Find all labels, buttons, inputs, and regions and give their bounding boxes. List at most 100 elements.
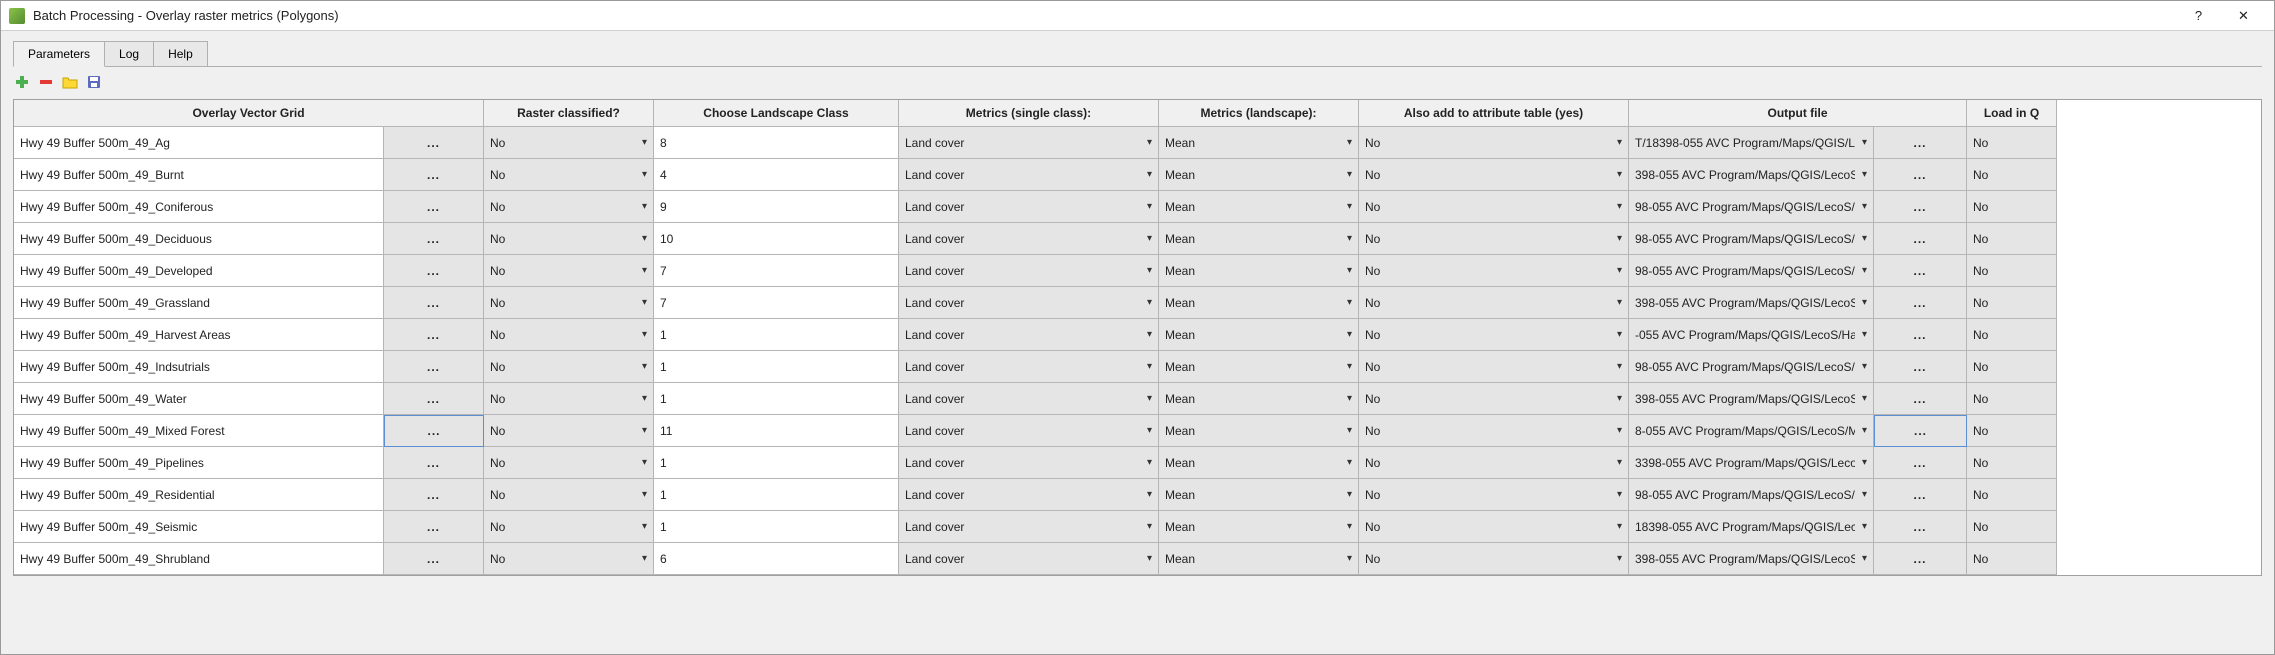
raster-classified-select[interactable]: No	[484, 319, 654, 351]
output-file[interactable]: 98-055 AVC Program/Maps/QGIS/LecoS/Conif…	[1629, 191, 1874, 223]
output-file[interactable]: 398-055 AVC Program/Maps/QGIS/LecoS/Burn…	[1629, 159, 1874, 191]
raster-classified-select[interactable]: No	[484, 127, 654, 159]
metrics-landscape-select[interactable]: Mean	[1159, 479, 1359, 511]
save-icon[interactable]	[85, 73, 103, 91]
raster-classified-select[interactable]: No	[484, 191, 654, 223]
output-file[interactable]: 398-055 AVC Program/Maps/QGIS/LecoS/Mine…	[1629, 383, 1874, 415]
overlay-browse-button[interactable]: ...	[384, 415, 484, 447]
add-attribute-select[interactable]: No	[1359, 127, 1629, 159]
landscape-class-input[interactable]: 6	[654, 543, 899, 575]
metrics-single-select[interactable]: Land cover	[899, 447, 1159, 479]
raster-classified-select[interactable]: No	[484, 351, 654, 383]
load-in-qgis[interactable]: No	[1967, 127, 2057, 159]
output-file[interactable]: 98-055 AVC Program/Maps/QGIS/LecoS/Decid…	[1629, 223, 1874, 255]
output-file[interactable]: 98-055 AVC Program/Maps/QGIS/LecoS/Resid…	[1629, 479, 1874, 511]
add-attribute-select[interactable]: No	[1359, 255, 1629, 287]
metrics-landscape-select[interactable]: Mean	[1159, 127, 1359, 159]
landscape-class-input[interactable]: 8	[654, 127, 899, 159]
output-file[interactable]: T/18398-055 AVC Program/Maps/QGIS/LecoS/…	[1629, 127, 1874, 159]
output-file[interactable]: 8-055 AVC Program/Maps/QGIS/LecoS/MixedF…	[1629, 415, 1874, 447]
landscape-class-input[interactable]: 1	[654, 383, 899, 415]
metrics-landscape-select[interactable]: Mean	[1159, 511, 1359, 543]
load-in-qgis[interactable]: No	[1967, 383, 2057, 415]
metrics-landscape-select[interactable]: Mean	[1159, 383, 1359, 415]
help-button[interactable]: ?	[2176, 2, 2221, 30]
output-browse-button[interactable]: ...	[1874, 383, 1967, 415]
output-browse-button[interactable]: ...	[1874, 543, 1967, 575]
landscape-class-input[interactable]: 1	[654, 511, 899, 543]
output-file[interactable]: 3398-055 AVC Program/Maps/QGIS/LecoS/Pip…	[1629, 447, 1874, 479]
landscape-class-input[interactable]: 1	[654, 447, 899, 479]
raster-classified-select[interactable]: No	[484, 255, 654, 287]
overlay-vector-grid[interactable]: Hwy 49 Buffer 500m_49_Pipelines	[14, 447, 384, 479]
output-browse-button[interactable]: ...	[1874, 159, 1967, 191]
load-in-qgis[interactable]: No	[1967, 319, 2057, 351]
metrics-single-select[interactable]: Land cover	[899, 287, 1159, 319]
metrics-single-select[interactable]: Land cover	[899, 543, 1159, 575]
metrics-landscape-select[interactable]: Mean	[1159, 447, 1359, 479]
overlay-vector-grid[interactable]: Hwy 49 Buffer 500m_49_Mixed Forest	[14, 415, 384, 447]
landscape-class-input[interactable]: 9	[654, 191, 899, 223]
overlay-vector-grid[interactable]: Hwy 49 Buffer 500m_49_Ag	[14, 127, 384, 159]
metrics-landscape-select[interactable]: Mean	[1159, 223, 1359, 255]
output-browse-button[interactable]: ...	[1874, 287, 1967, 319]
output-browse-button[interactable]: ...	[1874, 447, 1967, 479]
overlay-vector-grid[interactable]: Hwy 49 Buffer 500m_49_Water	[14, 383, 384, 415]
raster-classified-select[interactable]: No	[484, 287, 654, 319]
add-attribute-select[interactable]: No	[1359, 447, 1629, 479]
load-in-qgis[interactable]: No	[1967, 543, 2057, 575]
load-in-qgis[interactable]: No	[1967, 479, 2057, 511]
landscape-class-input[interactable]: 4	[654, 159, 899, 191]
overlay-vector-grid[interactable]: Hwy 49 Buffer 500m_49_Developed	[14, 255, 384, 287]
metrics-landscape-select[interactable]: Mean	[1159, 351, 1359, 383]
metrics-single-select[interactable]: Land cover	[899, 511, 1159, 543]
load-in-qgis[interactable]: No	[1967, 159, 2057, 191]
output-file[interactable]: 398-055 AVC Program/Maps/QGIS/LecoS/Gras…	[1629, 287, 1874, 319]
output-file[interactable]: 98-055 AVC Program/Maps/QGIS/LecoS/Devel…	[1629, 255, 1874, 287]
overlay-vector-grid[interactable]: Hwy 49 Buffer 500m_49_Harvest Areas	[14, 319, 384, 351]
metrics-landscape-select[interactable]: Mean	[1159, 159, 1359, 191]
metrics-single-select[interactable]: Land cover	[899, 319, 1159, 351]
landscape-class-input[interactable]: 1	[654, 319, 899, 351]
overlay-browse-button[interactable]: ...	[384, 543, 484, 575]
overlay-browse-button[interactable]: ...	[384, 287, 484, 319]
tab-parameters[interactable]: Parameters	[13, 41, 105, 67]
open-icon[interactable]	[61, 73, 79, 91]
landscape-class-input[interactable]: 7	[654, 255, 899, 287]
landscape-class-input[interactable]: 11	[654, 415, 899, 447]
metrics-single-select[interactable]: Land cover	[899, 127, 1159, 159]
overlay-browse-button[interactable]: ...	[384, 191, 484, 223]
metrics-landscape-select[interactable]: Mean	[1159, 319, 1359, 351]
output-browse-button[interactable]: ...	[1874, 319, 1967, 351]
overlay-vector-grid[interactable]: Hwy 49 Buffer 500m_49_Grassland	[14, 287, 384, 319]
load-in-qgis[interactable]: No	[1967, 447, 2057, 479]
raster-classified-select[interactable]: No	[484, 383, 654, 415]
landscape-class-input[interactable]: 7	[654, 287, 899, 319]
metrics-single-select[interactable]: Land cover	[899, 159, 1159, 191]
tab-log[interactable]: Log	[104, 41, 154, 66]
overlay-browse-button[interactable]: ...	[384, 159, 484, 191]
metrics-single-select[interactable]: Land cover	[899, 351, 1159, 383]
metrics-landscape-select[interactable]: Mean	[1159, 415, 1359, 447]
raster-classified-select[interactable]: No	[484, 223, 654, 255]
add-row-icon[interactable]	[13, 73, 31, 91]
raster-classified-select[interactable]: No	[484, 447, 654, 479]
add-attribute-select[interactable]: No	[1359, 351, 1629, 383]
output-browse-button[interactable]: ...	[1874, 223, 1967, 255]
load-in-qgis[interactable]: No	[1967, 223, 2057, 255]
overlay-vector-grid[interactable]: Hwy 49 Buffer 500m_49_Deciduous	[14, 223, 384, 255]
metrics-single-select[interactable]: Land cover	[899, 383, 1159, 415]
overlay-browse-button[interactable]: ...	[384, 383, 484, 415]
output-file[interactable]: 98-055 AVC Program/Maps/QGIS/LecoS/Indus…	[1629, 351, 1874, 383]
add-attribute-select[interactable]: No	[1359, 511, 1629, 543]
metrics-single-select[interactable]: Land cover	[899, 255, 1159, 287]
remove-row-icon[interactable]	[37, 73, 55, 91]
landscape-class-input[interactable]: 1	[654, 479, 899, 511]
overlay-vector-grid[interactable]: Hwy 49 Buffer 500m_49_Indsutrials	[14, 351, 384, 383]
load-in-qgis[interactable]: No	[1967, 351, 2057, 383]
raster-classified-select[interactable]: No	[484, 159, 654, 191]
raster-classified-select[interactable]: No	[484, 415, 654, 447]
overlay-vector-grid[interactable]: Hwy 49 Buffer 500m_49_Burnt	[14, 159, 384, 191]
metrics-landscape-select[interactable]: Mean	[1159, 543, 1359, 575]
output-browse-button[interactable]: ...	[1874, 255, 1967, 287]
